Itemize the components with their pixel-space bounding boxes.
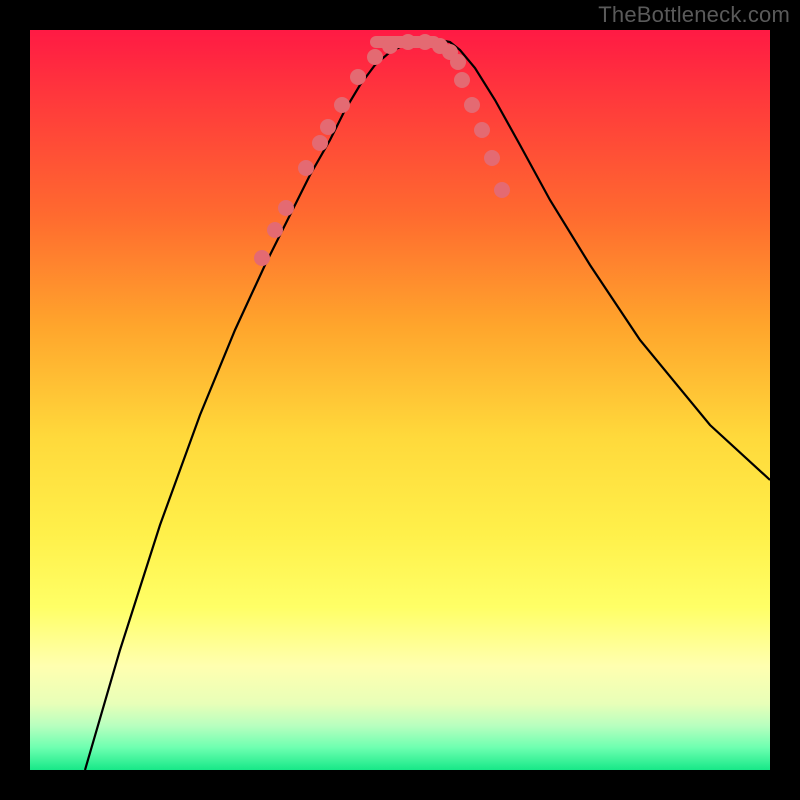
marker-dot: [382, 38, 398, 54]
marker-dot: [298, 160, 314, 176]
marker-dot: [312, 135, 328, 151]
watermark-text: TheBottleneck.com: [598, 2, 790, 28]
marker-dot: [254, 250, 270, 266]
marker-dots: [254, 34, 510, 266]
marker-dot: [400, 34, 416, 50]
marker-dot: [417, 34, 433, 50]
chart-svg: [30, 30, 770, 770]
marker-dot: [494, 182, 510, 198]
plot-area: [30, 30, 770, 770]
bottleneck-curve: [85, 38, 770, 770]
marker-dot: [267, 222, 283, 238]
marker-dot: [367, 49, 383, 65]
marker-dot: [454, 72, 470, 88]
marker-dot: [278, 200, 294, 216]
marker-dot: [464, 97, 480, 113]
marker-dot: [350, 69, 366, 85]
marker-dot: [334, 97, 350, 113]
marker-dot: [474, 122, 490, 138]
chart-frame: TheBottleneck.com: [0, 0, 800, 800]
marker-dot: [320, 119, 336, 135]
marker-dot: [484, 150, 500, 166]
marker-dot: [450, 54, 466, 70]
